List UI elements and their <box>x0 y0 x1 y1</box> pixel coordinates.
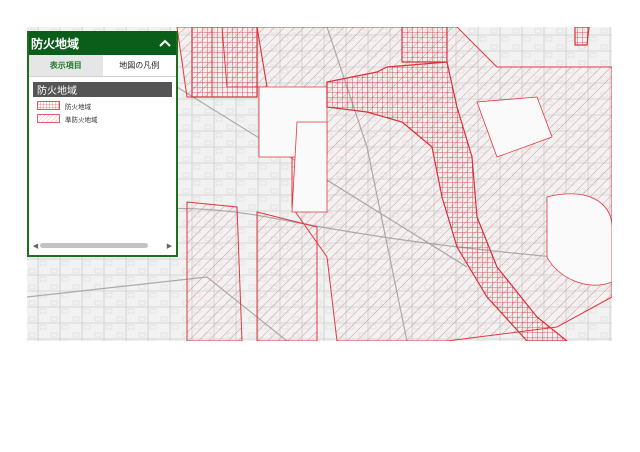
legend-item-quasi-fire-zone: 準防火地域 <box>37 113 176 124</box>
scroll-track[interactable] <box>40 243 165 249</box>
layer-heading: 防火地域 <box>33 82 172 97</box>
legend-label: 準防火地域 <box>65 115 98 124</box>
scroll-right-icon[interactable]: ▶ <box>165 242 174 250</box>
legend-item-fire-zone: 防火地域 <box>37 100 176 111</box>
panel-title: 防火地域 <box>31 36 80 51</box>
horizontal-scrollbar[interactable]: ◀ ▶ <box>31 241 174 251</box>
scroll-left-icon[interactable]: ◀ <box>31 242 40 250</box>
grid-swatch-icon <box>37 101 60 110</box>
scroll-thumb[interactable] <box>40 243 148 248</box>
chevron-up-icon[interactable] <box>158 36 172 50</box>
diagonal-swatch-icon <box>37 114 60 123</box>
legend-panel: 防火地域 表示項目 地図の凡例 防火地域 防火地域 準防火地域 ◀ ▶ <box>27 31 178 257</box>
tab-map-legend[interactable]: 地図の凡例 <box>102 55 176 76</box>
panel-header: 防火地域 <box>29 31 176 55</box>
tab-display-items[interactable]: 表示項目 <box>29 55 103 76</box>
panel-tabs: 表示項目 地図の凡例 <box>29 55 176 77</box>
legend-label: 防火地域 <box>65 102 91 111</box>
